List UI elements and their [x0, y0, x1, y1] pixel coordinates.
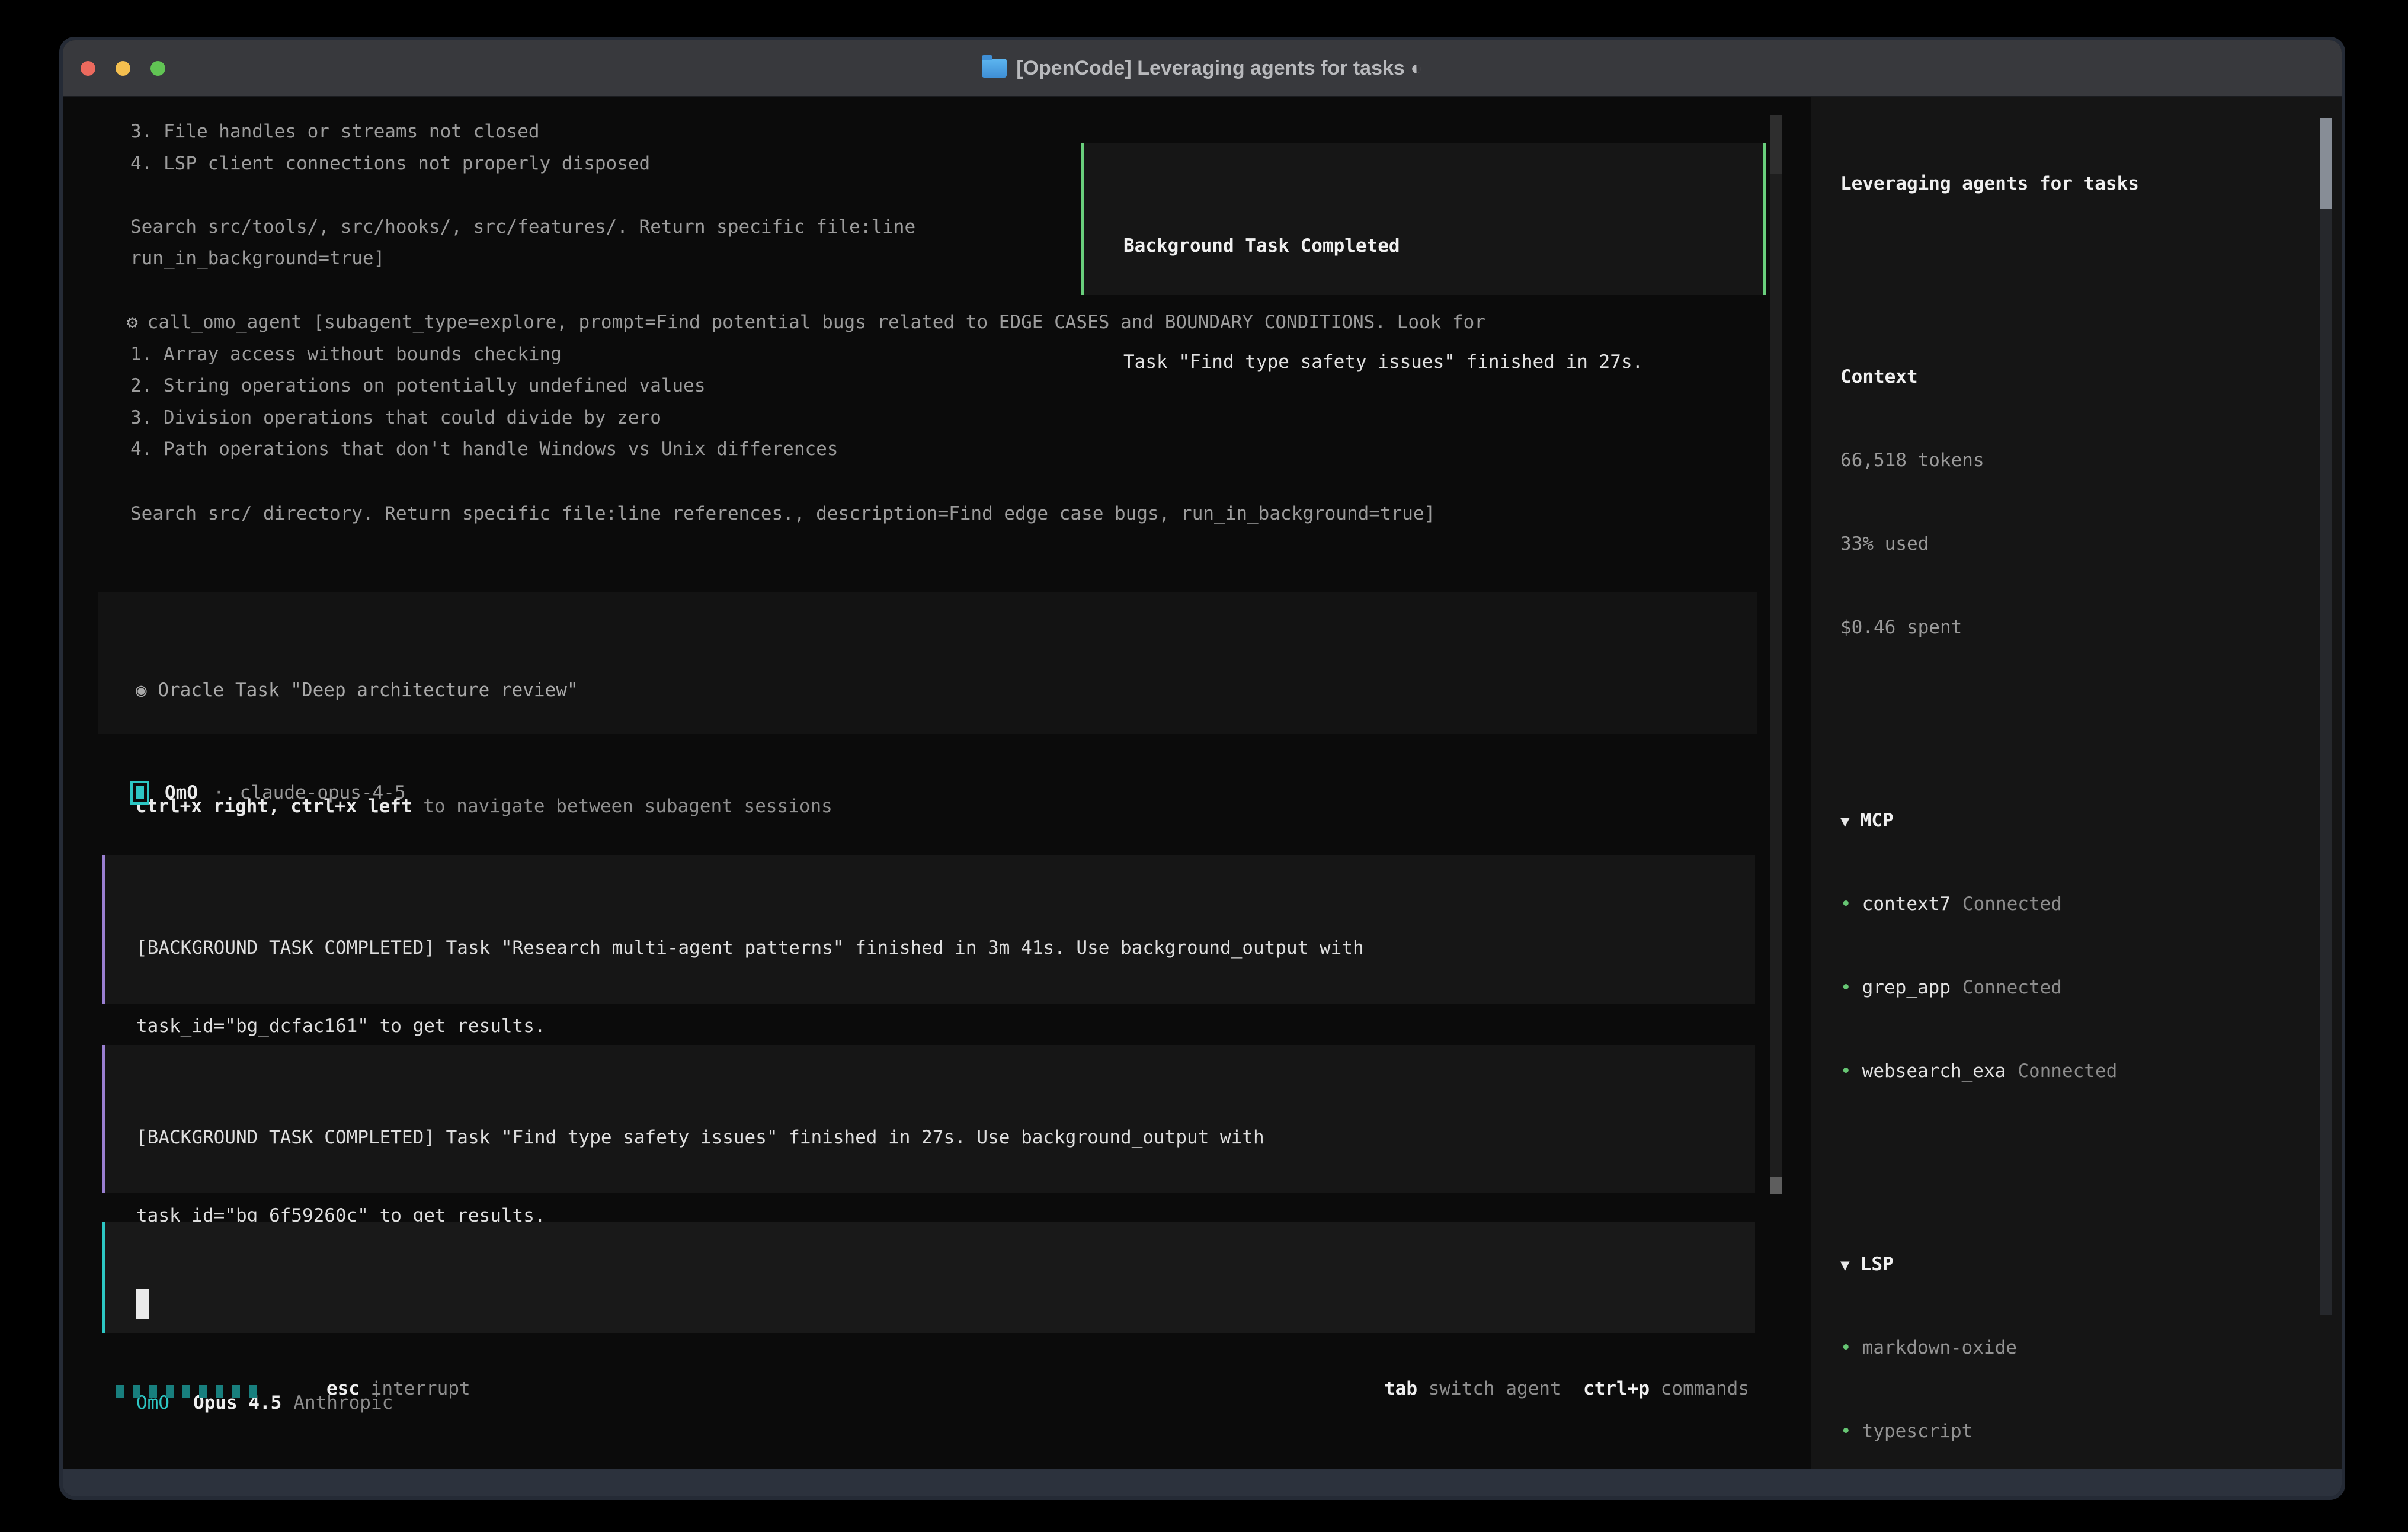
close-button[interactable] — [81, 61, 95, 76]
terminal-window: [OpenCode] Leveraging agents for tasks ◐… — [59, 37, 2345, 1500]
lsp-item: •typescript — [1840, 1418, 2342, 1450]
keyboard-hints: tab switch agent ctrl+p commands — [1384, 1376, 1749, 1402]
terminal-statusbar: esc interrupt tab switch agent ctrl+p co… — [63, 1376, 1811, 1407]
interrupt-hint: esc interrupt — [326, 1376, 470, 1402]
triangle-down-icon: ▼ — [1840, 1257, 1850, 1274]
toast-body: Task "Find type safety issues" finished … — [1123, 349, 1763, 375]
agent-name: OmO — [165, 780, 198, 806]
mcp-section-heading[interactable]: ▼MCP — [1840, 807, 2342, 839]
oracle-task-title: ◉ Oracle Task "Deep architecture review" — [136, 677, 1757, 703]
main-scrollbar-thumb[interactable] — [1770, 1177, 1782, 1194]
agent-model: claude-opus-4-5 — [240, 780, 406, 806]
scrollback-line: Search src/tools/, src/hooks/, src/featu… — [130, 214, 915, 240]
scrollback-line: 4. LSP client connections not properly d… — [130, 150, 650, 177]
background-task-message: [BACKGROUND TASK COMPLETED] Task "Resear… — [102, 855, 1755, 1004]
main-scrollbar-thumb-top[interactable] — [1770, 115, 1782, 174]
mcp-item: •websearch_exaConnected — [1840, 1058, 2342, 1089]
task-message-line: [BACKGROUND TASK COMPLETED] Task "Find t… — [136, 1124, 1755, 1150]
window-title: [OpenCode] Leveraging agents for tasks ◐ — [1016, 57, 1423, 80]
tool-call-line: ⚙ call_omo_agent [subagent_type=explore, … — [127, 309, 1485, 335]
bug-list-item: 4. Path operations that don't handle Win… — [130, 436, 838, 462]
folder-icon — [982, 59, 1007, 78]
session-title: Leveraging agents for tasks — [1840, 171, 2342, 202]
context-used: 33% used — [1840, 531, 2342, 562]
tool-call-text: call_omo_agent [subagent_type=explore, p… — [148, 312, 1485, 333]
traffic-lights — [81, 40, 165, 96]
bug-list-item: 2. String operations on potentially unde… — [130, 373, 706, 399]
agent-header: OmO · claude-opus-4-5 — [130, 780, 406, 806]
main-scrollbar[interactable] — [1770, 115, 1782, 1194]
prompt-input[interactable]: OmO Opus 4.5 Anthropic — [102, 1222, 1755, 1333]
bug-list-item: 3. Division operations that could divide… — [130, 405, 661, 431]
separator-dot: · — [213, 780, 225, 806]
fullscreen-button[interactable] — [150, 61, 165, 76]
bullet-icon: • — [1840, 1421, 1852, 1442]
window-title-group: [OpenCode] Leveraging agents for tasks ◐ — [982, 57, 1423, 80]
agent-active-icon — [130, 781, 149, 805]
lsp-item: •markdown-oxide — [1840, 1335, 2342, 1366]
bullet-icon: • — [1840, 1337, 1852, 1358]
background-task-toast: Background Task Completed Task "Find typ… — [1081, 143, 1766, 295]
minimize-button[interactable] — [116, 61, 130, 76]
text-cursor — [136, 1289, 149, 1319]
oracle-task-panel: ◉ Oracle Task "Deep architecture review"… — [98, 592, 1757, 734]
bullet-icon: • — [1840, 977, 1852, 998]
context-heading: Context — [1840, 364, 2342, 395]
triangle-down-icon: ▼ — [1840, 813, 1850, 831]
window-titlebar: [OpenCode] Leveraging agents for tasks ◐ — [63, 40, 2342, 97]
terminal-main-area: 3. File handles or streams not closed 4.… — [63, 97, 1811, 1469]
bug-list-item: 1. Array access without bounds checking — [130, 341, 562, 367]
scrollback-line: run_in_background=true] — [130, 245, 385, 271]
sidebar-scrollbar-thumb[interactable] — [2320, 118, 2332, 209]
mcp-item: •context7Connected — [1840, 891, 2342, 922]
gear-icon: ⚙ — [127, 312, 138, 333]
bullet-icon: • — [1840, 1060, 1852, 1082]
context-tokens: 66,518 tokens — [1840, 447, 2342, 479]
mcp-item: •grep_appConnected — [1840, 975, 2342, 1006]
scrollback-line: Search src/ directory. Return specific f… — [130, 501, 1435, 527]
background-task-message: [BACKGROUND TASK COMPLETED] Task "Find t… — [102, 1045, 1755, 1193]
sidebar-scrollbar[interactable] — [2320, 118, 2332, 1315]
toast-title: Background Task Completed — [1123, 233, 1763, 259]
lsp-section-heading[interactable]: ▼LSP — [1840, 1251, 2342, 1283]
bullet-icon: • — [1840, 893, 1852, 915]
context-spent: $0.46 spent — [1840, 614, 2342, 646]
record-icon: ◉ — [136, 680, 147, 701]
task-message-line: task_id="bg_dcfac161" to get results. — [136, 1013, 1755, 1039]
scrollback-line: 3. File handles or streams not closed — [130, 118, 540, 145]
task-message-line: [BACKGROUND TASK COMPLETED] Task "Resear… — [136, 935, 1755, 961]
session-sidebar: Leveraging agents for tasks Context 66,5… — [1811, 97, 2342, 1469]
activity-spinner-dots — [116, 1385, 257, 1398]
